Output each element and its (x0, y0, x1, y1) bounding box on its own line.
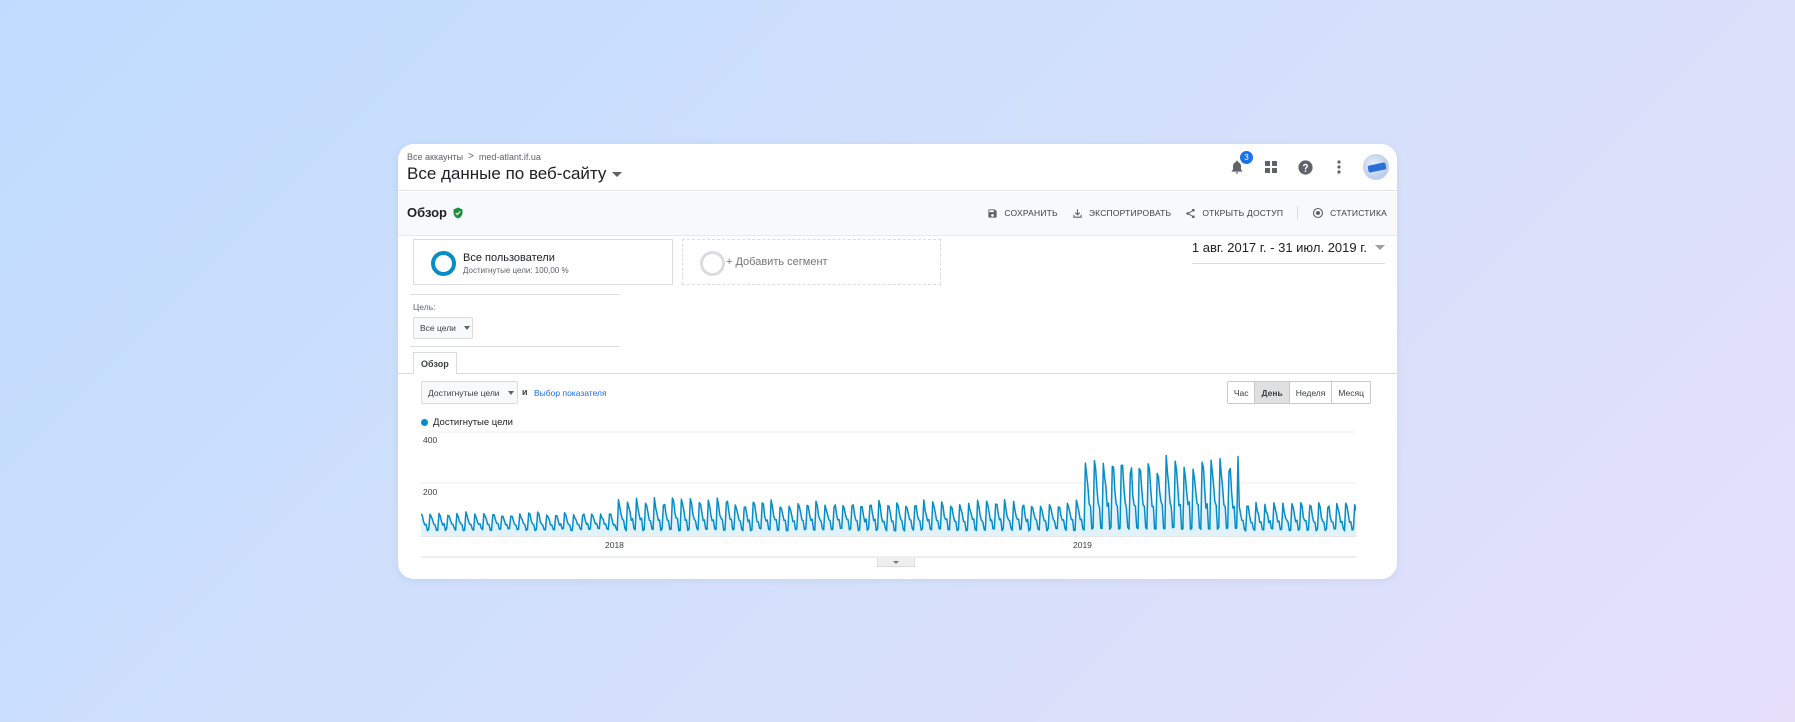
divider (1297, 206, 1299, 220)
chevron-down-icon (507, 390, 514, 395)
insights-icon (1313, 207, 1324, 219)
breadcrumb-property[interactable]: med-atlant.if.ua (479, 152, 541, 162)
chart-area: 400 200 2018 2019 (421, 428, 1356, 558)
chevron-down-icon (612, 171, 623, 177)
apps-grid-icon (1265, 161, 1277, 173)
breadcrumb: Все аккаунты > med-atlant.if.ua (407, 151, 541, 162)
segment-all-users[interactable]: Все пользователи Достигнутые цели: 100,0… (413, 239, 673, 285)
share-button[interactable]: ОТКРЫТЬ ДОСТУП (1185, 208, 1283, 219)
export-label: ЭКСПОРТИРОВАТЬ (1088, 208, 1172, 218)
help-button[interactable] (1295, 157, 1315, 177)
more-vert-icon (1337, 160, 1341, 174)
y-tick-200: 200 (423, 487, 437, 497)
save-label: СОХРАНИТЬ (1004, 208, 1058, 218)
share-icon (1186, 208, 1195, 218)
goal-select-value: Все цели (420, 323, 456, 333)
goal-label: Цель: (413, 302, 436, 312)
line-chart: 400 200 2018 2019 (421, 431, 1356, 558)
granularity-month-button[interactable]: Месяц (1331, 382, 1370, 403)
y-tick-400: 400 (423, 435, 437, 445)
page-background: Все аккаунты > med-atlant.if.ua Все данн… (0, 0, 1795, 722)
legend-dot (421, 419, 428, 426)
more-button[interactable] (1329, 157, 1349, 177)
x-tick-2018: 2018 (605, 540, 624, 550)
insights-button[interactable]: СТАТИСТИКА (1312, 207, 1387, 219)
granularity-toggle: Час День Неделя Месяц (1226, 381, 1371, 404)
divider (410, 346, 620, 347)
segment-subtitle: Достигнутые цели: 100,00 % (463, 266, 569, 275)
chart-legend: Достигнутые цели (421, 417, 513, 428)
avatar[interactable] (1363, 154, 1389, 180)
top-header: Все аккаунты > med-atlant.if.ua Все данн… (398, 144, 1397, 191)
report-actions: СОХРАНИТЬ ЭКСПОРТИРОВАТЬ ОТКРЫТЬ ДОСТУП … (987, 206, 1387, 220)
share-label: ОТКРЫТЬ ДОСТУП (1202, 208, 1284, 218)
granularity-hour-button[interactable]: Час (1227, 382, 1255, 403)
and-label: и (522, 387, 528, 397)
chevron-down-icon (893, 560, 899, 564)
metric-select-value: Достигнутые цели (428, 387, 500, 398)
breadcrumb-accounts[interactable]: Все аккаунты (407, 152, 463, 162)
tab-overview[interactable]: Обзор (413, 352, 457, 374)
insights-label: СТАТИСТИКА (1330, 208, 1387, 218)
date-range-picker[interactable]: 1 авг. 2017 г. - 31 июл. 2019 г. (1191, 240, 1385, 264)
add-segment-label: + Добавить сегмент (726, 256, 828, 268)
save-button[interactable]: СОХРАНИТЬ (987, 208, 1058, 219)
granularity-day-button[interactable]: День (1254, 382, 1289, 403)
help-icon (1297, 159, 1313, 175)
legend-label: Достигнутые цели (433, 417, 513, 428)
top-icons: 3 (1227, 151, 1389, 180)
verified-check-icon (453, 207, 463, 218)
report-title: Обзор (407, 205, 447, 220)
segment-empty-ring-icon (700, 251, 725, 276)
date-range-label: 1 авг. 2017 г. - 31 июл. 2019 г. (1191, 240, 1367, 255)
chevron-down-icon (463, 326, 470, 330)
goal-select[interactable]: Все цели (413, 317, 473, 339)
view-selector[interactable]: Все данные по веб-сайту (407, 164, 623, 184)
save-icon (988, 208, 998, 218)
x-tick-2019: 2019 (1073, 540, 1092, 550)
report-header: Обзор СОХРАНИТЬ ЭКСПОРТИРОВАТЬ ОТКРЫТЬ Д… (398, 192, 1397, 236)
report-title-group: Обзор (407, 205, 464, 220)
divider (410, 294, 620, 295)
metric-select[interactable]: Достигнутые цели (421, 381, 518, 404)
export-button[interactable]: ЭКСПОРТИРОВАТЬ (1072, 208, 1171, 219)
download-icon (1073, 208, 1082, 218)
breadcrumb-separator: > (468, 151, 474, 162)
granularity-week-button[interactable]: Неделя (1288, 382, 1332, 403)
add-segment-button[interactable]: + Добавить сегмент (682, 239, 941, 285)
analytics-window: Все аккаунты > med-atlant.if.ua Все данн… (398, 144, 1397, 579)
tab-underline (398, 373, 1397, 374)
choose-metric-link[interactable]: Выбор показателя (534, 388, 607, 398)
segment-name: Все пользователи (463, 252, 555, 264)
apps-button[interactable] (1261, 157, 1281, 177)
notifications-button[interactable]: 3 (1227, 151, 1253, 177)
view-title: Все данные по веб-сайту (407, 164, 607, 183)
chart-collapse-toggle[interactable] (877, 558, 915, 567)
notification-badge: 3 (1240, 151, 1253, 164)
segment-ring-icon (431, 251, 456, 276)
chevron-down-icon (1375, 245, 1385, 250)
